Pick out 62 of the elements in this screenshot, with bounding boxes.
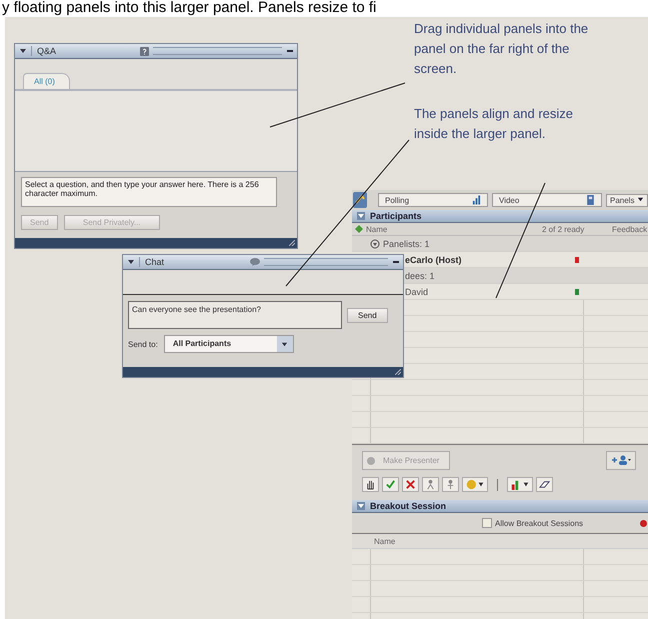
column-header[interactable]: Feedback [612, 224, 648, 234]
caret-icon [636, 196, 644, 202]
window-title: Chat [139, 257, 220, 267]
emoticon-button[interactable] [462, 477, 488, 492]
help-icon[interactable] [140, 46, 149, 56]
caret-icon [281, 340, 288, 348]
slow-down-button[interactable] [442, 477, 459, 492]
minimize-icon[interactable] [286, 47, 294, 55]
check-button[interactable] [382, 477, 399, 492]
raise-hand-button[interactable] [362, 477, 379, 492]
participants-icon [355, 225, 363, 233]
person-icon [425, 479, 436, 490]
collapse-icon[interactable] [357, 502, 365, 510]
speed-up-button[interactable] [422, 477, 439, 492]
send-to-label: Send to: [128, 340, 158, 348]
collapse-icon[interactable] [357, 212, 365, 220]
resize-grip-icon[interactable] [289, 240, 295, 246]
status-icon [640, 520, 647, 526]
cross-button[interactable] [402, 477, 419, 492]
group-label: dees: 1 [405, 270, 435, 280]
minimize-icon[interactable] [392, 258, 400, 266]
drag-grip[interactable] [153, 47, 282, 55]
panel-title: Breakout Session [370, 501, 446, 511]
panels-menu[interactable]: Panels [606, 194, 648, 206]
speech-bubble-icon [250, 258, 260, 266]
cross-icon [405, 479, 416, 490]
callout-text: The panels align and resize inside the larger panel. [414, 105, 574, 143]
panel-tab[interactable]: Polling [378, 193, 488, 207]
caption-text: y floating panels into this larger panel. Panels resize to fi [1, 0, 378, 17]
panel-tab[interactable]: Video [492, 193, 602, 207]
window-title: Q&A [31, 46, 112, 56]
panel-title: Participants [370, 211, 422, 221]
hand-icon [365, 479, 376, 490]
column-header[interactable]: Name [374, 536, 396, 546]
add-user-icon [611, 455, 631, 465]
chart-button[interactable] [507, 477, 533, 492]
drag-grip[interactable] [264, 258, 388, 266]
add-user-button[interactable] [606, 451, 636, 470]
group-label: Panelists: 1 [383, 238, 430, 248]
expand-icon[interactable] [370, 238, 380, 248]
bar-chart-icon [510, 479, 530, 490]
participant-name[interactable]: eCarlo (Host) [405, 254, 575, 264]
column-header[interactable]: Name [366, 224, 542, 234]
panel-icon[interactable] [352, 191, 368, 209]
person-icon [445, 479, 456, 490]
callout-text: Drag individual panels into the panel on the far right of the screen. [414, 20, 590, 78]
resize-grip-icon[interactable] [395, 369, 401, 375]
eraser-button[interactable] [536, 477, 553, 492]
message-field[interactable]: Can everyone see the presentation? [128, 301, 342, 329]
allow-checkbox[interactable] [482, 518, 492, 528]
menu-caret-icon[interactable] [127, 258, 135, 266]
send-button[interactable]: Send [347, 308, 388, 322]
check-icon [385, 479, 396, 490]
menu-caret-icon[interactable] [19, 47, 27, 55]
device-icon [586, 195, 595, 205]
emoticon-icon [465, 479, 485, 490]
answer-field[interactable]: Select a question, and then type your answer here. There is a 256 character maximum. [21, 177, 277, 207]
bar-chart-icon [472, 195, 481, 205]
column-header: 2 of 2 ready [542, 224, 586, 234]
eraser-icon [539, 479, 550, 490]
participant-name[interactable]: David [405, 286, 575, 296]
recipient-dropdown[interactable]: All Participants [164, 335, 294, 353]
